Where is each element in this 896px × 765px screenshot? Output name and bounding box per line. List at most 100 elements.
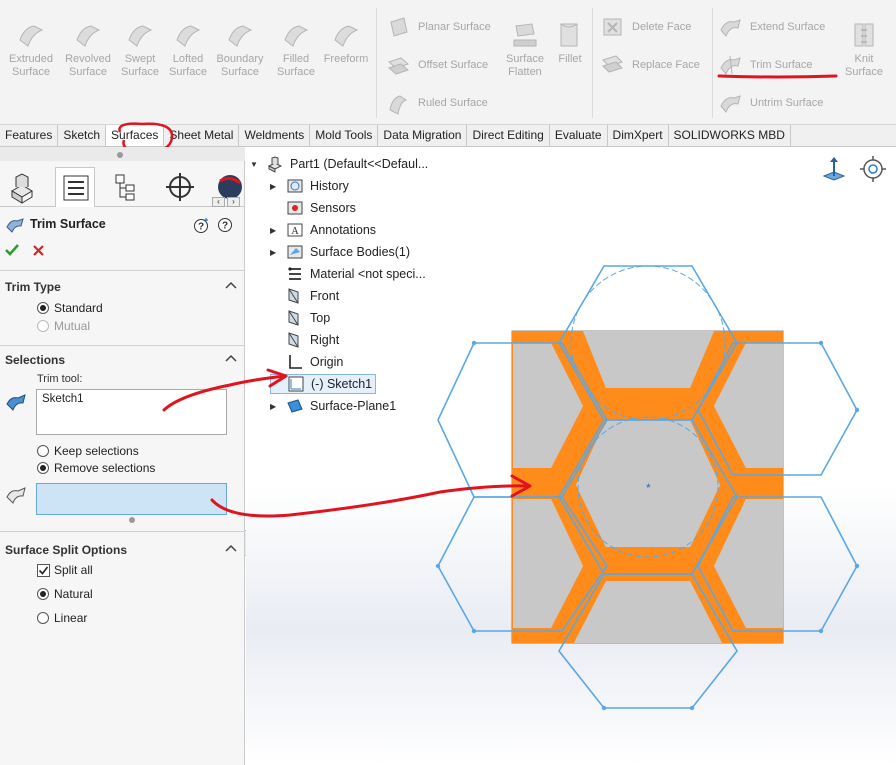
tab-scroll-left-button[interactable]: ‹ [212,197,225,207]
help-icon[interactable]: ? [217,217,233,233]
origin-icon [289,355,302,369]
radio-dot[interactable] [37,302,49,314]
collapse-arrow-icon[interactable]: ▼ [250,160,260,169]
divider [0,345,245,346]
expand-arrow-icon[interactable]: ▶ [270,402,280,411]
filled-surface-button[interactable]: Filled Surface [270,20,322,79]
tree-item-history[interactable]: ▶ History [270,176,349,196]
tree-item-right-plane[interactable]: Right [270,330,339,350]
filled-icon [284,25,309,47]
display-manager-tab[interactable]: ‹ › [206,167,242,207]
swept-surface-button[interactable]: Swept Surface [114,20,166,79]
mutual-radio[interactable]: Mutual [37,319,90,333]
trim-tool-label: Trim tool: [37,373,83,385]
split-all-checkbox[interactable]: Split all [37,563,93,577]
revolved-surface-button[interactable]: Revolved Surface [62,20,114,79]
tree-item-sensors[interactable]: Sensors [270,198,356,218]
replace-face-icon [602,55,623,73]
tree-item-origin[interactable]: Origin [270,352,343,372]
linear-radio[interactable]: Linear [37,611,87,625]
tab-features[interactable]: Features [0,125,59,146]
tree-root-part[interactable]: ▼ Part1 (Default<<Defaul... [250,154,428,174]
radio-dot[interactable] [37,612,49,624]
tree-item-front-plane[interactable]: Front [270,286,339,306]
freeform-surface-button[interactable]: Freeform [320,20,372,66]
tree-item-top-plane[interactable]: Top [270,308,330,328]
part-feature-icon [11,173,33,204]
configuration-manager-tab[interactable] [106,167,146,207]
standard-radio[interactable]: Standard [37,301,103,315]
zoom-to-fit-icon[interactable] [858,154,888,184]
tab-sheet-metal[interactable]: Sheet Metal [164,125,240,146]
natural-radio[interactable]: Natural [37,587,93,601]
tab-direct-editing[interactable]: Direct Editing [467,125,550,146]
tree-item-annotations[interactable]: ▶ A Annotations [270,220,376,240]
property-manager-panel: ‹ › Trim Surface ? ? Trim Type Standard … [0,147,245,765]
tab-sketch[interactable]: Sketch [58,125,107,146]
property-list-icon [63,175,89,201]
tab-surfaces[interactable]: Surfaces [106,125,165,146]
ruled-surface-button[interactable]: Ruled Surface [386,88,488,118]
expand-arrow-icon[interactable]: ▶ [270,226,280,235]
extend-surface-button[interactable]: Extend Surface [718,12,825,42]
keep-selections-radio[interactable]: Keep selections [37,444,139,458]
tab-solidworks-mbd[interactable]: SOLIDWORKS MBD [669,125,791,146]
tab-scroll-right-button[interactable]: › [227,197,240,207]
lofted-icon [176,25,201,47]
tree-item-surface-plane1[interactable]: ▶ Surface-Plane1 [270,396,396,416]
radio-dot[interactable] [37,320,49,332]
checkbox-checked-icon[interactable] [37,563,50,577]
divider [0,270,245,271]
panel-splitter[interactable] [0,147,245,161]
cancel-x-icon[interactable] [33,245,44,256]
sketch-origin-marker: * [646,481,651,495]
tab-data-migration[interactable]: Data Migration [378,125,468,146]
extend-surface-icon [720,19,741,37]
feature-manager-tab[interactable] [2,167,42,207]
view-orientation-icon[interactable] [820,154,848,184]
planar-surface-button[interactable]: Planar Surface [386,12,491,42]
ribbon-separator [712,8,713,118]
tree-item-sketch1[interactable]: (-) Sketch1 [270,374,377,394]
splitter-handle[interactable] [117,152,123,158]
dimxpert-manager-tab[interactable] [160,167,200,207]
sensors-icon [287,201,303,215]
replace-face-button[interactable]: Replace Face [600,50,700,80]
list-resize-handle[interactable] [129,517,135,523]
help-detailed-icon[interactable]: ? [193,217,209,233]
radio-dot[interactable] [37,445,49,457]
tree-item-material[interactable]: Material <not speci... [270,264,426,284]
ok-checkmark-icon[interactable] [5,244,19,256]
property-manager-tab[interactable] [55,167,95,207]
fillet-button[interactable]: Fillet [544,20,596,66]
trim-tool-list[interactable]: Sketch1 [36,389,227,435]
fillet-icon [560,23,578,47]
tab-evaluate[interactable]: Evaluate [550,125,608,146]
chevron-up-icon[interactable] [225,353,237,363]
svg-text:?: ? [198,222,204,233]
untrim-surface-button[interactable]: Untrim Surface [718,88,823,118]
chevron-up-icon[interactable] [225,543,237,553]
tab-mold-tools[interactable]: Mold Tools [310,125,379,146]
tree-item-surface-bodies[interactable]: ▶ Surface Bodies(1) [270,242,410,262]
lofted-surface-button[interactable]: Lofted Surface [162,20,214,79]
trim-tool-item[interactable]: Sketch1 [42,393,84,405]
ruled-surface-icon [389,95,408,115]
pieces-to-remove-list[interactable] [36,483,227,515]
knit-surface-button[interactable]: Knit Surface [838,20,890,79]
offset-surface-icon [388,57,409,75]
tab-dimxpert[interactable]: DimXpert [608,125,669,146]
radio-dot[interactable] [37,462,49,474]
trim-surface-underline-annotation [717,74,838,79]
remove-selections-radio[interactable]: Remove selections [37,461,155,475]
offset-surface-button[interactable]: Offset Surface [386,50,488,80]
radio-dot[interactable] [37,588,49,600]
chevron-up-icon[interactable] [225,280,237,290]
extruded-surface-button[interactable]: Extruded Surface [5,20,57,79]
expand-arrow-icon[interactable]: ▶ [270,182,280,191]
tab-weldments[interactable]: Weldments [239,125,311,146]
expand-arrow-icon[interactable]: ▶ [270,248,280,257]
ribbon-separator [592,8,593,118]
boundary-surface-button[interactable]: Boundary Surface [214,20,266,79]
delete-face-button[interactable]: Delete Face [600,12,691,42]
